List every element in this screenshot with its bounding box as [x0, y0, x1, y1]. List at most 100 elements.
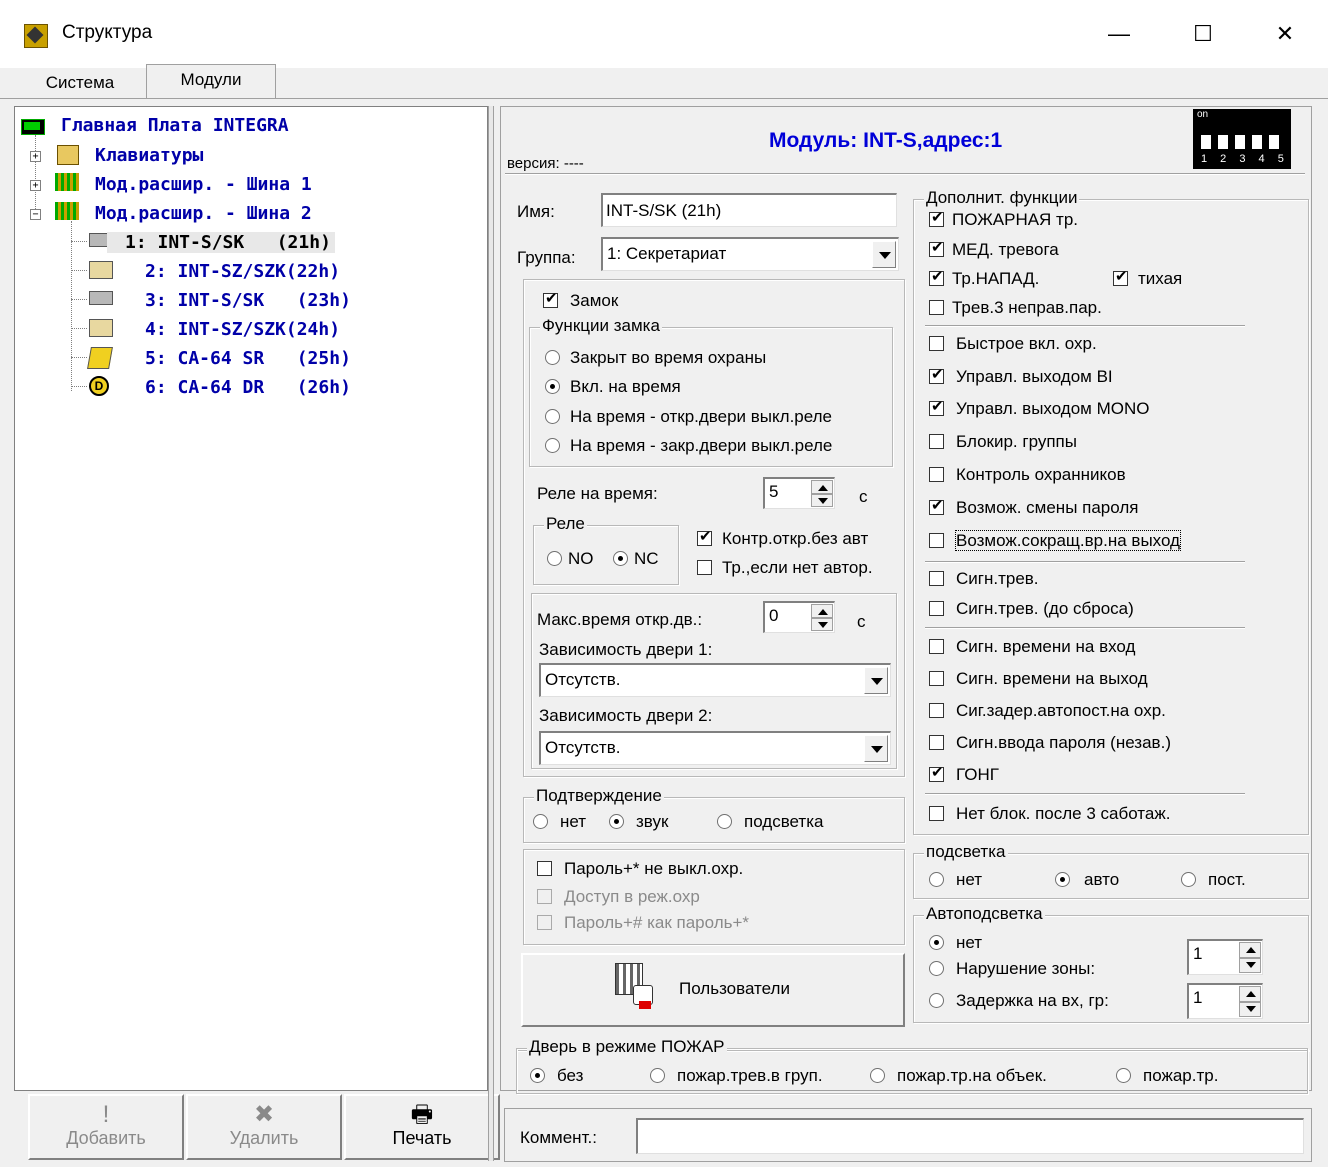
door1-dependency-select[interactable]: Отсутств. [539, 663, 891, 697]
tab-modules[interactable]: Модули [146, 64, 276, 99]
close-button[interactable]: ✕ [1262, 14, 1308, 54]
block-group-checkbox[interactable]: Блокир. группы [929, 432, 1077, 452]
collapse-icon[interactable]: − [30, 209, 41, 220]
group-select[interactable]: 1: Секретариат [601, 237, 899, 271]
backlight-const-radio[interactable]: пост. [1181, 870, 1246, 890]
lock-timed-close-radio[interactable]: На время - закр.двери выкл.реле [545, 436, 832, 456]
lock-timed-radio[interactable]: Вкл. на время [545, 377, 681, 397]
add-button[interactable]: ! Добавить [28, 1094, 184, 1160]
exit-time-signal-checkbox[interactable]: Сигн. времени на выход [929, 669, 1148, 689]
tree-module-6[interactable]: 6: CA-64 DR (26h) [145, 377, 351, 398]
expander-icon [55, 173, 79, 191]
bi-output-checkbox[interactable]: Управл. выходом BI [929, 366, 1113, 387]
tree-module-4[interactable]: 4: INT-SZ/SZK(24h) [145, 319, 340, 340]
tree-node-keypads[interactable]: Клавиатуры [95, 145, 203, 166]
lock-checkbox[interactable]: Замок [543, 290, 618, 311]
backlight-none-radio[interactable]: нет [929, 870, 982, 890]
print-button[interactable]: 🖶 Печать [344, 1094, 500, 1160]
autolight-delay-radio[interactable]: Задержка на вх, гр: [929, 991, 1109, 1011]
ctrl-open-checkbox[interactable]: Контр.откр.без авт [697, 528, 868, 549]
window-title: Структура [62, 22, 153, 43]
access-armed-checkbox[interactable]: Доступ в реж.охр [537, 887, 700, 907]
tab-divider [0, 98, 1328, 99]
pass-hash-checkbox[interactable]: Пароль+# как пароль+* [537, 913, 749, 933]
fire-door-none-radio[interactable]: без [530, 1066, 583, 1086]
title-bar: Структура — ☐ ✕ [0, 0, 1328, 68]
tree-module-1[interactable]: 1: INT-S/SK (21h) [107, 232, 335, 253]
board-icon [21, 119, 45, 135]
fire-door-alarm-radio[interactable]: пожар.тр. [1116, 1066, 1218, 1086]
delete-button[interactable]: ✖ Удалить [186, 1094, 342, 1160]
app-icon [24, 24, 48, 48]
delay-group-spinner[interactable]: 1 [1187, 983, 1263, 1019]
tree-node-bus1[interactable]: Мод.расшир. - Шина 1 [95, 174, 312, 195]
expand-icon[interactable]: + [30, 151, 41, 162]
tree-module-3[interactable]: 3: INT-S/SK (23h) [145, 290, 351, 311]
users-button[interactable]: Пользователи [521, 953, 905, 1027]
confirm-none-radio[interactable]: нет [533, 812, 586, 832]
alarm-no-auth-checkbox[interactable]: Тр.,если нет автор. [697, 558, 873, 578]
module-icon [89, 291, 113, 305]
no-block-tamper-checkbox[interactable]: Нет блок. после 3 саботаж. [929, 804, 1170, 824]
minimize-button[interactable]: — [1096, 14, 1142, 54]
fire-alarm-checkbox[interactable]: ПОЖАРНАЯ тр. [929, 209, 1078, 230]
fire-door-object-radio[interactable]: пожар.тр.на объек. [870, 1066, 1047, 1086]
module-tree[interactable]: Главная Плата INTEGRA + Клавиатуры + Мод… [14, 106, 488, 1091]
password-entry-signal-checkbox[interactable]: Сигн.ввода пароля (незав.) [929, 733, 1171, 753]
tree-line [71, 221, 72, 391]
backlight-auto-radio[interactable]: авто [1055, 870, 1119, 890]
separator [925, 627, 1245, 629]
name-input[interactable]: INT-S/SK (21h) [601, 193, 897, 227]
printer-icon: 🖶 [410, 1101, 434, 1128]
expand-icon[interactable]: + [30, 180, 41, 191]
quick-arm-checkbox[interactable]: Быстрое вкл. охр. [929, 334, 1097, 354]
signal-alarm-checkbox[interactable]: Сигн.трев. [929, 569, 1039, 589]
change-password-checkbox[interactable]: Возмож. смены пароля [929, 497, 1138, 518]
splitter[interactable] [488, 106, 494, 1161]
mono-output-checkbox[interactable]: Управл. выходом MONO [929, 398, 1149, 419]
chime-checkbox[interactable]: ГОНГ [929, 764, 999, 785]
module-header: Модуль: INT-S,адрес:1 [769, 129, 1003, 152]
medical-alarm-checkbox[interactable]: МЕД. тревога [929, 239, 1059, 260]
shorten-exit-checkbox[interactable]: Возмож.сокращ.вр.на выход [929, 530, 1181, 551]
tree-module-5[interactable]: 5: CA-64 SR (25h) [145, 348, 351, 369]
tree-line [35, 135, 36, 215]
comment-input[interactable] [636, 1118, 1304, 1154]
door2-dependency-label: Зависимость двери 2: [539, 706, 713, 725]
relay-no-radio[interactable]: NO [547, 549, 594, 569]
confirm-sound-radio[interactable]: звук [609, 812, 668, 832]
zone-number-spinner[interactable]: 1 [1187, 939, 1263, 975]
autolight-zone-radio[interactable]: Нарушение зоны: [929, 959, 1095, 979]
autolight-none-radio[interactable]: нет [929, 933, 982, 953]
users-button-label: Пользователи [679, 979, 790, 998]
three-wrong-pass-checkbox[interactable]: Трев.3 неправ.пар. [929, 298, 1102, 318]
tree-line [71, 357, 87, 358]
silent-checkbox[interactable]: тихая [1113, 268, 1182, 289]
tree-node-bus2[interactable]: Мод.расшир. - Шина 2 [95, 203, 312, 224]
users-keypad-icon [615, 963, 655, 1011]
tab-system[interactable]: Система [30, 68, 130, 98]
lock-timed-open-radio[interactable]: На время - откр.двери выкл.реле [545, 407, 832, 427]
confirm-light-radio[interactable]: подсветка [717, 812, 824, 832]
module-keypad-icon [89, 261, 113, 279]
door2-dependency-select[interactable]: Отсутств. [539, 731, 891, 765]
tree-line [71, 386, 87, 387]
tree-module-2[interactable]: 2: INT-SZ/SZK(22h) [145, 261, 340, 282]
signal-alarm-reset-checkbox[interactable]: Сигн.трев. (до сброса) [929, 599, 1134, 619]
tree-root[interactable]: Главная Плата INTEGRA [61, 115, 289, 136]
delete-icon: ✖ [253, 1101, 275, 1128]
relay-time-spinner[interactable]: 5 [763, 477, 835, 509]
relay-nc-radio[interactable]: NC [613, 549, 659, 569]
panic-alarm-checkbox[interactable]: Тр.НАПАД. [929, 268, 1039, 289]
auto-arm-delay-signal-checkbox[interactable]: Сиг.задер.автопост.на охр. [929, 701, 1166, 721]
fire-door-group-radio[interactable]: пожар.трев.в груп. [650, 1066, 823, 1086]
entry-time-signal-checkbox[interactable]: Сигн. времени на вход [929, 637, 1135, 657]
module-settings-panel: Модуль: INT-S,адрес:1 версия: ---- on 1 … [500, 106, 1312, 1091]
maximize-button[interactable]: ☐ [1180, 14, 1226, 54]
lock-closed-radio[interactable]: Закрыт во время охраны [545, 348, 766, 368]
structure-window: Структура — ☐ ✕ Система Модули Главная П… [0, 0, 1328, 1167]
pass-no-disarm-checkbox[interactable]: Пароль+* не выкл.охр. [537, 859, 743, 879]
max-open-spinner[interactable]: 0 [763, 601, 835, 633]
guard-control-checkbox[interactable]: Контроль охранников [929, 465, 1126, 485]
comment-label: Коммент.: [520, 1128, 597, 1147]
